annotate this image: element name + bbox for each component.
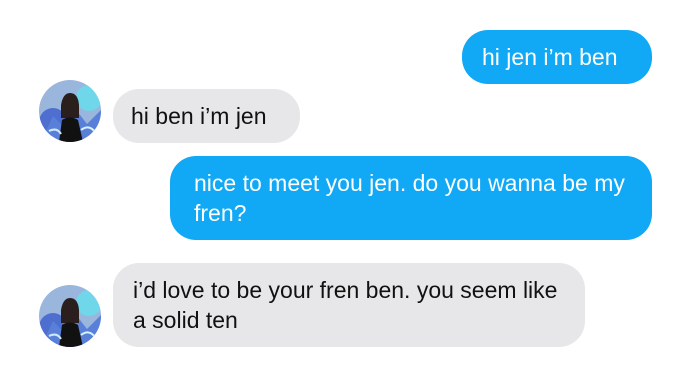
message-text: i’d love to be your fren ben. you seem l… [133, 277, 558, 333]
message-text: nice to meet you jen. do you wanna be my… [194, 170, 625, 226]
received-message-bubble[interactable]: hi ben i’m jen [113, 89, 300, 143]
message-text: hi ben i’m jen [131, 103, 267, 129]
sent-message-bubble[interactable]: hi jen i’m ben [462, 30, 652, 84]
sent-message-bubble[interactable]: nice to meet you jen. do you wanna be my… [170, 156, 652, 240]
contact-avatar-icon[interactable] [39, 80, 101, 142]
chat-thread: hi jen i’m ben hi ben i’m jen nice to me… [0, 0, 700, 368]
received-message-bubble[interactable]: i’d love to be your fren ben. you seem l… [113, 263, 585, 347]
contact-avatar-icon[interactable] [39, 285, 101, 347]
message-text: hi jen i’m ben [482, 44, 618, 70]
